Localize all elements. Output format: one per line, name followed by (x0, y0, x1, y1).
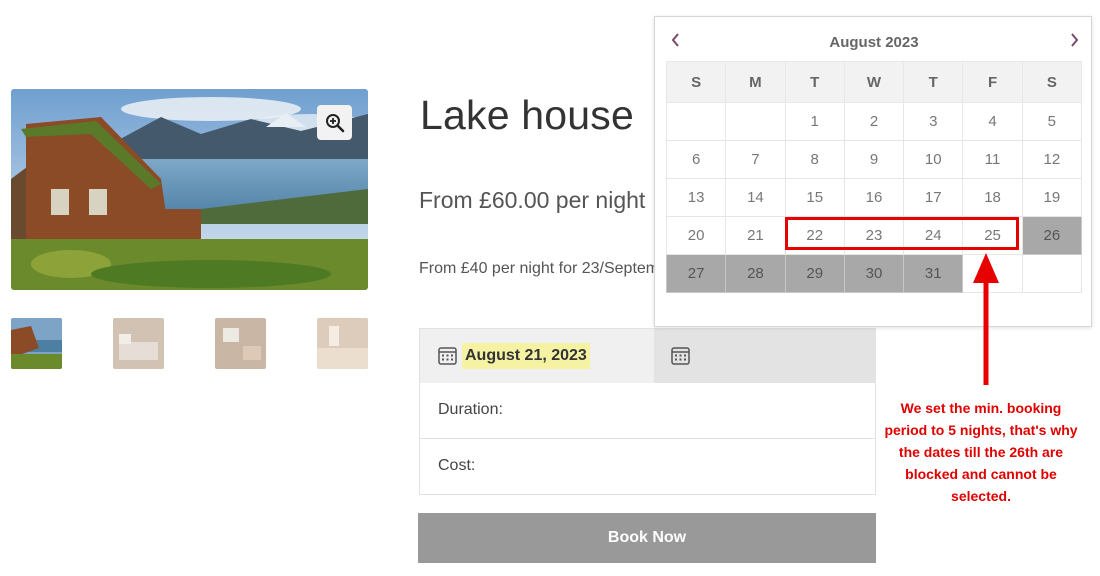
main-product-image[interactable] (11, 89, 368, 290)
booking-date-fields: August 21, 2023 (419, 328, 876, 383)
product-price: From £60.00 per night (419, 187, 646, 213)
thumbnail-bedroom[interactable] (113, 318, 164, 369)
calendar-day[interactable]: 9 (843, 140, 905, 179)
end-date-field[interactable] (654, 329, 876, 383)
calendar-day: 31 (903, 254, 964, 293)
cost-label: Cost: (438, 457, 476, 474)
calendar-day[interactable]: 14 (725, 178, 786, 217)
weekday-header: W (843, 61, 905, 103)
weekday-header: T (903, 61, 964, 103)
calendar-day[interactable]: 6 (665, 140, 727, 179)
calendar-empty-cell (665, 102, 727, 141)
calendar-week-row: 6 7 8 9 10 11 12 (665, 140, 1083, 179)
calendar-day[interactable]: 10 (903, 140, 964, 179)
annotation-note: We set the min. booking period to 5 nigh… (884, 400, 1078, 504)
annotation-arrow (973, 253, 999, 385)
weekday-header: T (784, 61, 845, 103)
calendar-day[interactable]: 13 (665, 178, 727, 217)
thumbnail-living-room[interactable] (317, 318, 368, 369)
start-date-field[interactable]: August 21, 2023 (420, 329, 654, 383)
product-title: Lake house (420, 92, 635, 138)
zoom-in-icon (325, 113, 344, 132)
calendar-day[interactable]: 5 (1021, 102, 1083, 141)
weekday-header: S (1021, 61, 1083, 103)
calendar-icon (671, 347, 690, 365)
highlight-box (785, 217, 1019, 250)
calendar-week-row: 27 28 29 30 31 (665, 254, 1083, 293)
calendar-day[interactable]: 20 (665, 216, 727, 255)
calendar-day[interactable]: 2 (843, 102, 905, 141)
calendar-day[interactable]: 11 (962, 140, 1023, 179)
calendar-day[interactable]: 15 (784, 178, 845, 217)
calendar-empty-cell (1021, 254, 1083, 293)
calendar-week-row: 12345 (665, 102, 1083, 141)
pricing-note: From £40 per night for 23/September (419, 260, 683, 277)
calendar-icon (438, 347, 457, 365)
calendar-day: 29 (784, 254, 845, 293)
calendar-day[interactable]: 8 (784, 140, 845, 179)
calendar-month-label: August 2023 (829, 34, 919, 51)
calendar-day[interactable]: 16 (843, 178, 905, 217)
calendar-day[interactable]: 18 (962, 178, 1023, 217)
calendar-day[interactable]: 3 (903, 102, 964, 141)
calendar-day[interactable]: 1 (784, 102, 845, 141)
calendar-day: 30 (843, 254, 905, 293)
thumbnail-cabin-interior[interactable] (215, 318, 266, 369)
calendar-day[interactable]: 7 (725, 140, 786, 179)
chevron-right-icon[interactable] (1065, 31, 1083, 49)
duration-label: Duration: (438, 401, 503, 418)
weekday-header: M (725, 61, 786, 103)
calendar-week-row: 13 14 15 16 17 18 19 (665, 178, 1083, 217)
calendar-day: 27 (665, 254, 727, 293)
calendar-grid: SMTWTFS 1 2 3 4 5 6 7 8 9 10 11 12 13 14 15 16 17 18 19 20 2… (665, 61, 1083, 293)
cost-row: Cost: (419, 439, 876, 495)
weekday-header: S (665, 61, 727, 103)
calendar-day: 28 (725, 254, 786, 293)
weekday-header: F (962, 61, 1023, 103)
thumbnail-cabin-exterior[interactable] (11, 318, 62, 369)
book-now-button[interactable]: Book Now (418, 513, 876, 563)
duration-row: Duration: (419, 383, 876, 439)
calendar-day[interactable]: 21 (725, 216, 786, 255)
calendar-day[interactable]: 4 (962, 102, 1023, 141)
calendar-day[interactable]: 19 (1021, 178, 1083, 217)
calendar-day[interactable]: 17 (903, 178, 964, 217)
zoom-button[interactable] (317, 105, 352, 140)
calendar-empty-cell (725, 102, 786, 141)
date-picker-calendar: August 2023 SMTWTFS 1 2 3 4 5 6 7 8 9 10 11 12 13 14 1… (654, 16, 1092, 327)
start-date-value: August 21, 2023 (462, 343, 590, 369)
calendar-day[interactable]: 12 (1021, 140, 1083, 179)
calendar-day: 26 (1021, 216, 1083, 255)
